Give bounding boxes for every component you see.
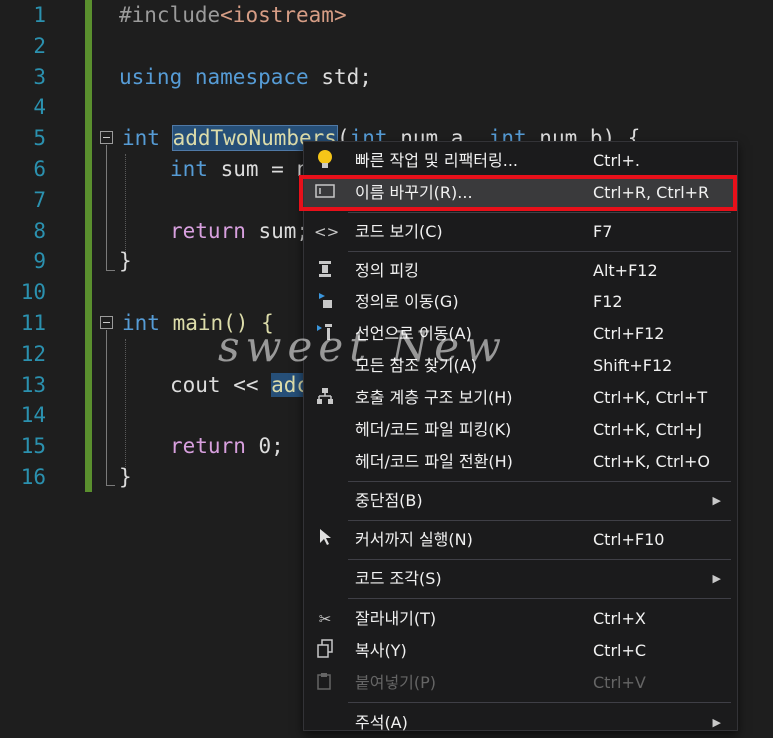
line-number: 5: [33, 126, 46, 150]
paste-icon: [314, 671, 336, 695]
menu-item-cut[interactable]: ✂ 잘라내기(T) Ctrl+X: [304, 604, 737, 634]
line-number: 2: [33, 34, 46, 58]
line-number: 13: [20, 373, 46, 397]
code-line-8: return sum;: [170, 219, 310, 243]
context-menu: 빠른 작업 및 리팩터링... Ctrl+. 이름 바꾸기(R)... Ctrl…: [303, 141, 738, 732]
indent-guide: [125, 154, 126, 254]
menu-item-breakpoint[interactable]: 중단점(B) ▶: [304, 486, 737, 516]
submenu-arrow-icon: ▶: [712, 716, 721, 729]
menu-item-comment[interactable]: 주석(A) ▶: [304, 708, 737, 738]
fold-guide: [106, 145, 107, 270]
menu-separator: [348, 702, 731, 703]
menu-separator: [348, 559, 731, 560]
line-number: 9: [33, 249, 46, 273]
menu-item-peek-definition[interactable]: 정의 피킹 Alt+F12: [304, 256, 737, 286]
menu-separator: [348, 598, 731, 599]
menu-item-paste: 붙여넣기(P) Ctrl+V: [304, 668, 737, 698]
highlight-box: [299, 175, 737, 211]
menu-item-run-to-cursor[interactable]: 커서까지 실행(N) Ctrl+F10: [304, 525, 737, 555]
submenu-arrow-icon: ▶: [712, 494, 721, 507]
collapse-toggle[interactable]: [100, 131, 113, 144]
code-view-icon: <>: [314, 223, 340, 241]
line-number: 4: [33, 95, 46, 119]
cut-icon: ✂: [318, 610, 332, 628]
line-number: 7: [33, 188, 46, 212]
indent-guide: [125, 339, 126, 469]
menu-separator: [348, 481, 731, 482]
menu-item-go-to-definition[interactable]: 정의로 이동(G) F12: [304, 287, 737, 317]
code-line-9: }: [119, 249, 132, 273]
collapse-toggle[interactable]: [100, 316, 113, 329]
menu-item-copy[interactable]: 복사(Y) Ctrl+C: [304, 636, 737, 666]
change-indicator-bar: [85, 0, 92, 492]
menu-item-toggle-header-code[interactable]: 헤더/코드 파일 전환(H) Ctrl+K, Ctrl+O: [304, 447, 737, 477]
line-number: 12: [20, 342, 46, 366]
code-line-6: int sum = n: [170, 157, 310, 181]
code-line-15: return 0;: [170, 434, 284, 458]
line-number: 6: [33, 157, 46, 181]
peek-definition-icon: [314, 259, 336, 283]
menu-separator: [348, 251, 731, 252]
code-line-16: }: [119, 465, 132, 489]
code-line-3: using namespace std;: [119, 65, 372, 89]
menu-separator: [348, 212, 731, 213]
cursor-run-icon: [314, 528, 336, 552]
line-number: 10: [20, 280, 46, 304]
line-number: 15: [20, 434, 46, 458]
submenu-arrow-icon: ▶: [712, 572, 721, 585]
menu-item-call-hierarchy[interactable]: 호출 계층 구조 보기(H) Ctrl+K, Ctrl+T: [304, 383, 737, 413]
fold-guide: [106, 330, 107, 485]
menu-item-quick-actions[interactable]: 빠른 작업 및 리팩터링... Ctrl+.: [304, 146, 737, 176]
lightbulb-icon: [314, 149, 336, 173]
code-line-13: cout << adc: [170, 373, 310, 397]
menu-separator: [348, 520, 731, 521]
go-to-definition-icon: [314, 290, 336, 314]
menu-item-view-code[interactable]: <> 코드 보기(C) F7: [304, 217, 737, 247]
fold-guide-end: [106, 485, 115, 486]
line-number: 16: [20, 465, 46, 489]
code-line-1: #include<iostream>: [119, 3, 347, 27]
line-number: 11: [20, 311, 46, 335]
fold-guide-end: [106, 270, 115, 271]
menu-item-peek-header-code[interactable]: 헤더/코드 파일 피킹(K) Ctrl+K, Ctrl+J: [304, 415, 737, 445]
copy-icon: [314, 639, 336, 663]
call-hierarchy-icon: [314, 386, 336, 410]
line-number: 3: [33, 65, 46, 89]
menu-item-code-snippets[interactable]: 코드 조각(S) ▶: [304, 564, 737, 594]
watermark: sweet New: [218, 322, 507, 371]
line-number: 1: [33, 3, 46, 27]
line-number: 14: [20, 403, 46, 427]
line-number: 8: [33, 219, 46, 243]
